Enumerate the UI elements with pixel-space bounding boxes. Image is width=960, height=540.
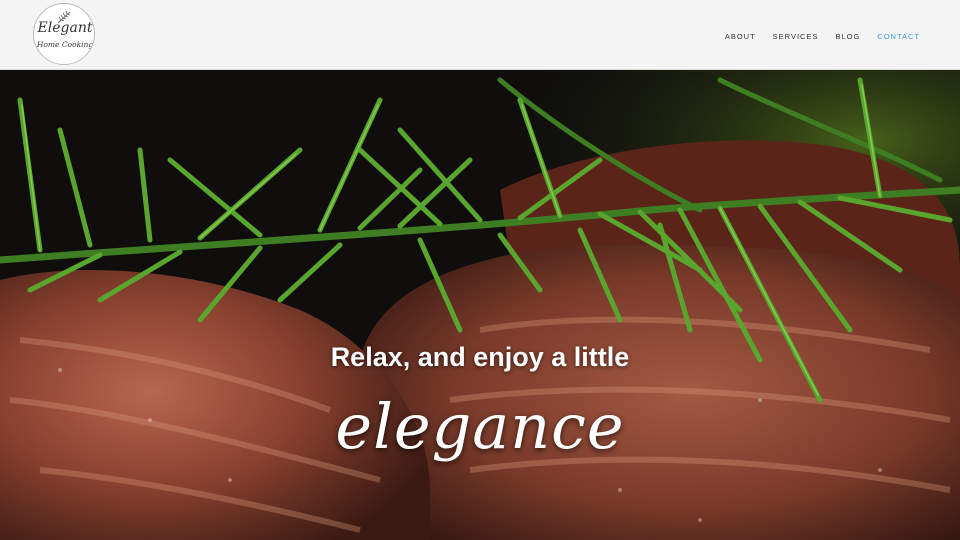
nav-contact[interactable]: CONTACT (877, 32, 920, 41)
site-header: Elegant Home Cooking ABOUT SERVICES BLOG… (0, 0, 960, 70)
hero-background-image (0, 70, 960, 540)
nav-services[interactable]: SERVICES (773, 32, 819, 41)
site-logo[interactable]: Elegant Home Cooking (33, 3, 95, 65)
hero-tagline: Relax, and enjoy a little (330, 342, 630, 372)
nav-blog[interactable]: BLOG (835, 32, 860, 41)
logo-subtitle: Home Cooking (36, 40, 94, 49)
main-nav: ABOUT SERVICES BLOG CONTACT (725, 32, 920, 41)
logo-title: Elegant (37, 20, 93, 36)
hero-script-word: elegance (335, 390, 625, 463)
hero-banner: Relax, and enjoy a little elegance (0, 70, 960, 540)
nav-about[interactable]: ABOUT (725, 32, 756, 41)
